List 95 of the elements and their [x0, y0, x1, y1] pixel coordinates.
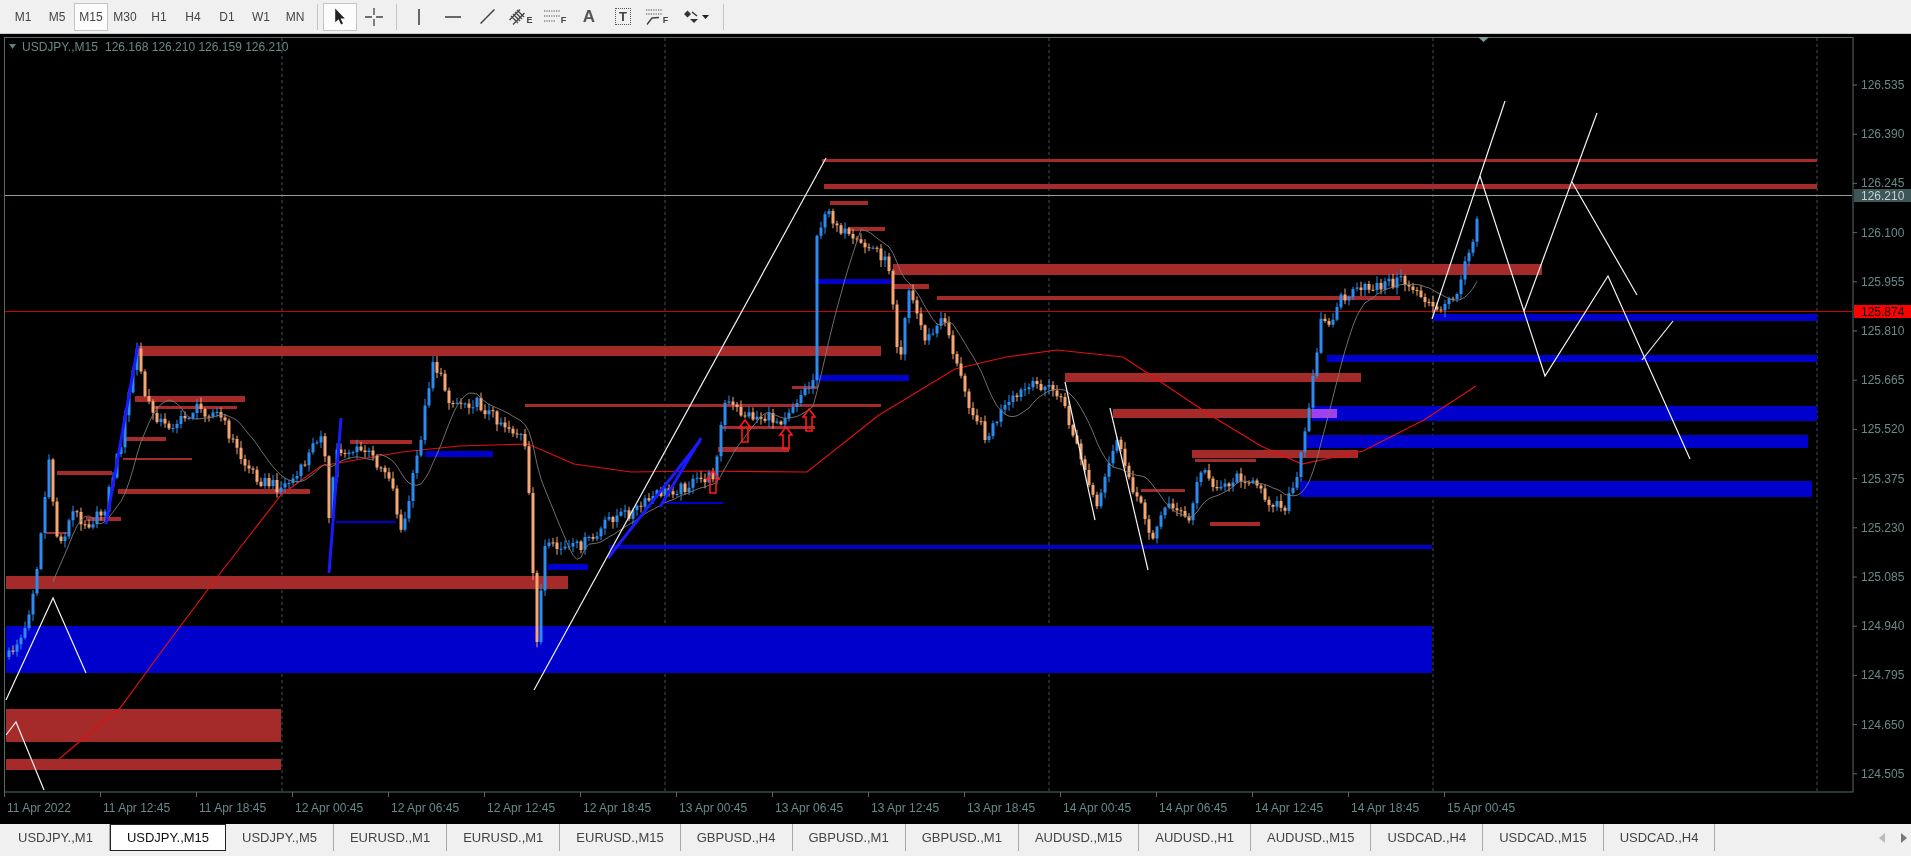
timeframe-button[interactable]: M5: [40, 2, 74, 31]
supply-zone: [350, 440, 412, 444]
timeframe-button[interactable]: M15: [74, 2, 108, 31]
chart-tab[interactable]: AUDUSD.,H1: [1139, 824, 1252, 851]
timeframe-button[interactable]: H4: [176, 2, 210, 31]
supply-zone: [894, 284, 929, 289]
up-arrow-icon: [705, 469, 721, 494]
horizontal-line-icon: [445, 15, 461, 18]
time-tick-label: 11 Apr 2022: [7, 801, 71, 815]
demand-zone: [548, 564, 588, 570]
time-tick-label: 14 Apr 06:45: [1159, 801, 1228, 815]
price-tick-label: 125.375: [1861, 471, 1905, 486]
shift-marker-icon: [1478, 37, 1489, 42]
time-tick-label: 12 Apr 00:45: [295, 801, 364, 815]
zone-highlight: [1312, 409, 1337, 418]
price-tick-label: 124.940: [1861, 619, 1905, 634]
chart-tab[interactable]: GBPUSD.,M1: [792, 824, 906, 851]
shapes-icon: [683, 9, 699, 24]
supply-zone: [1210, 522, 1260, 526]
timeframe-button[interactable]: W1: [244, 2, 278, 31]
bid-price-label: 126.210: [1854, 188, 1911, 203]
price-tick-label: 125.955: [1861, 274, 1905, 289]
price-tick-label: 124.650: [1861, 717, 1905, 732]
symbol-label: USDJPY.,M15: [22, 40, 98, 54]
fibonacci-button[interactable]: F: [538, 2, 572, 31]
pointer-icon: [333, 8, 347, 25]
price-tick-label: 125.665: [1861, 373, 1905, 388]
chart-tab[interactable]: USDJPY.,M5: [226, 824, 334, 851]
line-price-label: 125.874: [1854, 304, 1911, 319]
chart-tab[interactable]: GBPUSD.,H4: [680, 824, 793, 851]
timeframe-button[interactable]: M30: [108, 2, 142, 31]
dotted-lines-icon: [543, 9, 560, 24]
text-button[interactable]: A: [572, 2, 606, 31]
cursor-button[interactable]: [323, 2, 357, 31]
price-tick-label: 126.390: [1861, 127, 1905, 142]
channel-button[interactable]: E: [504, 2, 538, 31]
up-arrow-icon: [737, 418, 753, 443]
time-tick-label: 14 Apr 18:45: [1351, 801, 1420, 815]
hatched-lines-icon: [509, 8, 526, 25]
fibonacci-fan-button[interactable]: F: [640, 2, 674, 31]
ohlc-values: 126.168 126.210 126.159 126.210: [105, 40, 289, 54]
price-tick-label: 126.535: [1861, 78, 1905, 92]
timeframe-button[interactable]: M1: [6, 2, 40, 31]
chart-tab[interactable]: USDJPY.,M1: [2, 824, 110, 851]
price-tick-label: 126.100: [1861, 225, 1905, 240]
caret-icon: [702, 14, 709, 19]
supply-zone: [1141, 489, 1185, 492]
fan-lines-icon: [645, 8, 662, 25]
chart-tab[interactable]: USDCAD.,M15: [1483, 824, 1604, 851]
up-arrow-icon: [778, 425, 794, 450]
chart-tab[interactable]: USDCAD.,H4: [1371, 824, 1484, 851]
price-tick-label: 125.810: [1861, 324, 1905, 338]
chart-tab[interactable]: AUDUSD.,M15: [1018, 824, 1140, 851]
price-tick-label: 124.795: [1861, 668, 1905, 683]
demand-zone: [425, 451, 493, 457]
chart-tab[interactable]: GBPUSD.,M1: [905, 824, 1019, 851]
time-tick-label: 13 Apr 06:45: [775, 801, 844, 815]
scroll-right-icon[interactable]: [1901, 832, 1907, 843]
price-tick-label: 125.085: [1861, 570, 1905, 584]
timeframe-button[interactable]: D1: [210, 2, 244, 31]
supply-zone: [718, 447, 789, 452]
diagonal-line-icon: [479, 9, 495, 24]
time-tick-label: 14 Apr 12:45: [1255, 801, 1324, 815]
time-tick-label: 13 Apr 12:45: [871, 801, 940, 815]
text-label-button[interactable]: T: [606, 2, 640, 31]
caret-icon: [9, 44, 16, 49]
time-tick-label: 11 Apr 18:45: [199, 801, 267, 815]
chart-tab[interactable]: EURUSD.,M15: [560, 824, 681, 851]
vertical-line-icon: [418, 8, 420, 25]
supply-zone: [126, 437, 166, 441]
time-tick-label: 12 Apr 12:45: [487, 801, 556, 815]
supply-zone: [848, 227, 885, 231]
up-arrow-icon: [801, 407, 817, 432]
timeframe-button[interactable]: MN: [278, 2, 312, 31]
chart-tab[interactable]: USDJPY.,M15: [109, 824, 227, 851]
timeframe-button[interactable]: H1: [142, 2, 176, 31]
chart-tab[interactable]: EURUSD.,M1: [447, 824, 561, 851]
price-tick-label: 124.505: [1861, 766, 1905, 781]
time-tick-label: 15 Apr 00:45: [1447, 801, 1516, 815]
price-tick-label: 125.520: [1861, 422, 1905, 437]
time-tick-label: 13 Apr 18:45: [967, 801, 1036, 815]
time-tick-label: 14 Apr 00:45: [1063, 801, 1132, 815]
price-tick-label: 126.245: [1861, 176, 1905, 191]
time-tick-label: 13 Apr 00:45: [679, 801, 748, 815]
supply-zone: [57, 471, 112, 475]
time-tick-label: 11 Apr 12:45: [103, 801, 171, 815]
crosshair-icon: [365, 7, 383, 26]
time-tick-label: 12 Apr 06:45: [391, 801, 460, 815]
zigzag-line: [5, 720, 45, 791]
supply-zone: [830, 201, 868, 205]
chart-tab[interactable]: USDCAD.,H4: [1603, 824, 1716, 851]
chart-tab[interactable]: EURUSD.,M1: [333, 824, 448, 851]
price-tick-label: 125.230: [1861, 520, 1905, 535]
time-tick-label: 12 Apr 18:45: [583, 801, 652, 815]
chart-tab[interactable]: AUDUSD.,M15: [1251, 824, 1372, 851]
